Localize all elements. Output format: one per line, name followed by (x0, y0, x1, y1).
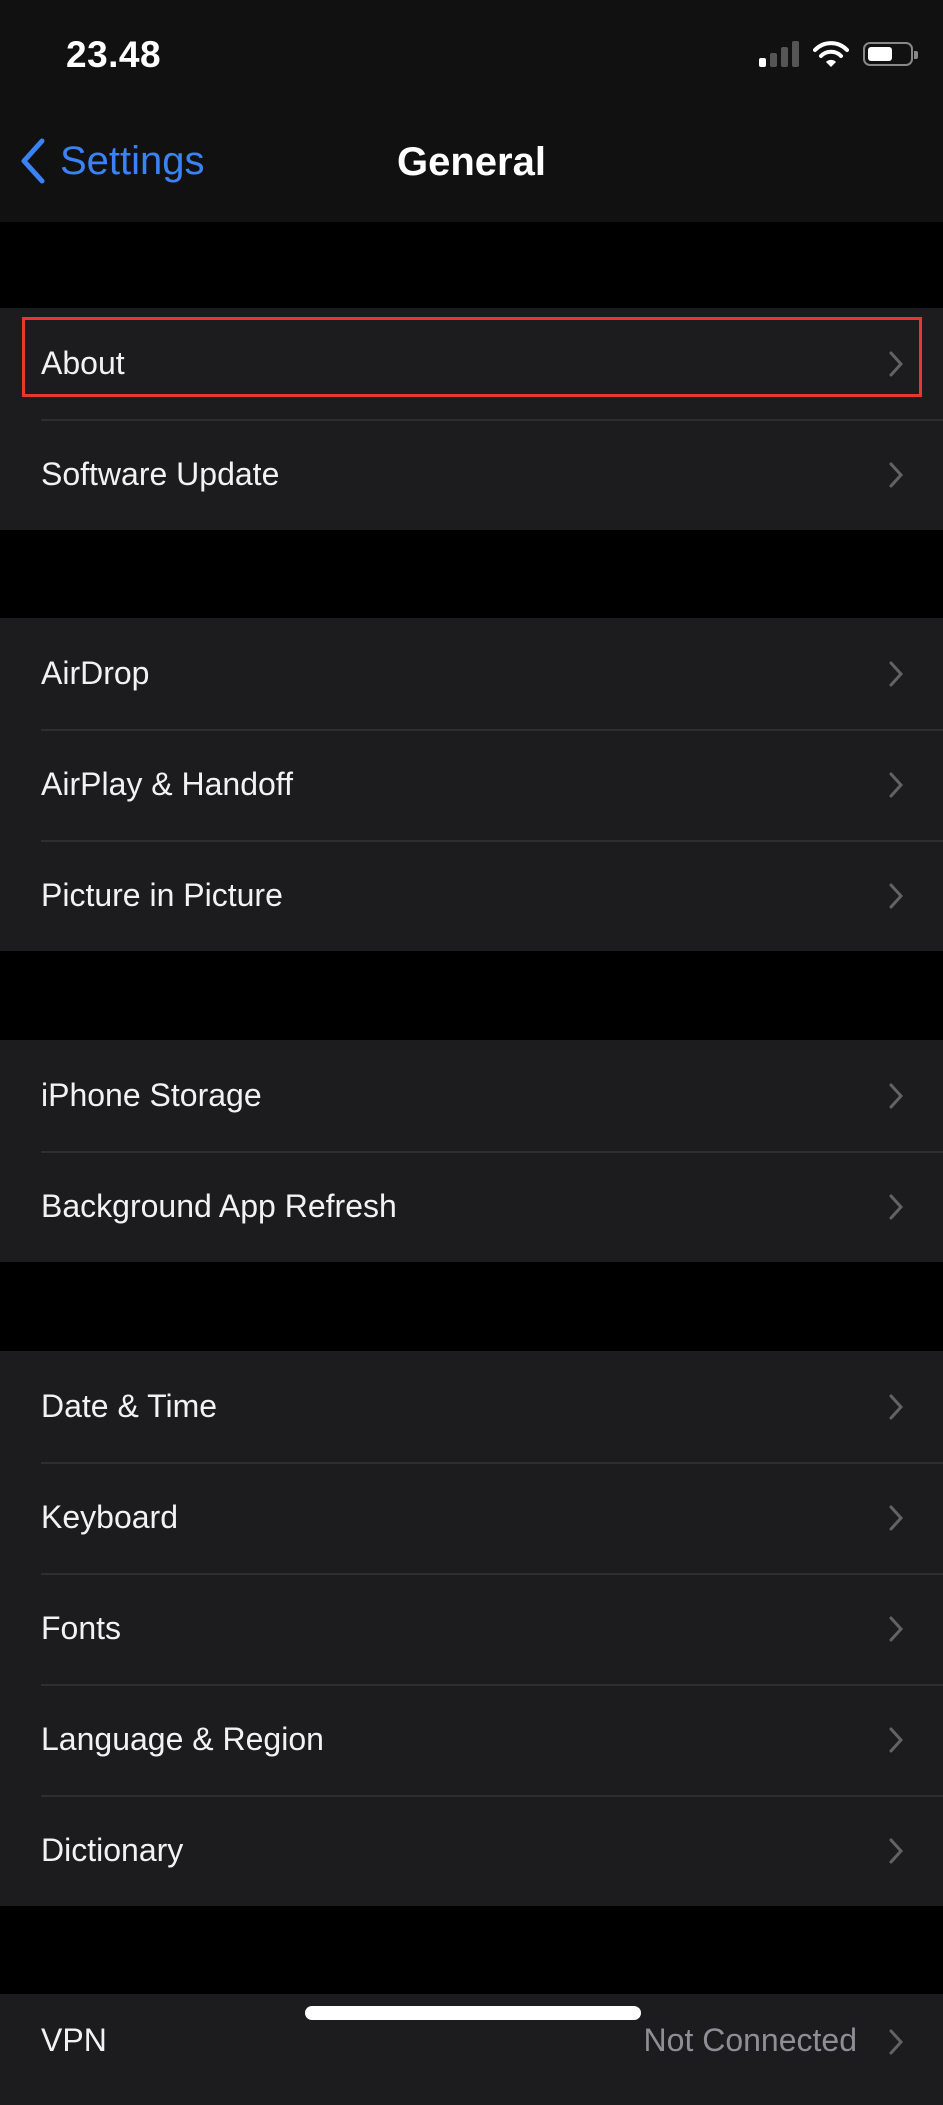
row-label: VPN (41, 2022, 107, 2058)
row-about[interactable]: About (0, 308, 943, 419)
row-label: Software Update (41, 456, 280, 492)
top-bar: 23.48 Settings General (0, 0, 943, 222)
row-label: Picture in Picture (41, 877, 283, 913)
settings-group-3: iPhone Storage Background App Refresh (0, 1040, 943, 1262)
row-software-update[interactable]: Software Update (0, 419, 943, 530)
row-picture-in-picture[interactable]: Picture in Picture (0, 840, 943, 951)
row-dictionary[interactable]: Dictionary (0, 1795, 943, 1906)
row-keyboard[interactable]: Keyboard (0, 1462, 943, 1573)
chevron-right-icon (889, 1083, 903, 1108)
settings-group-1: About Software Update (0, 308, 943, 530)
chevron-right-icon (889, 351, 903, 376)
chevron-right-icon (889, 1505, 903, 1530)
row-airdrop[interactable]: AirDrop (0, 618, 943, 729)
status-icons (759, 40, 918, 68)
row-label: iPhone Storage (41, 1077, 262, 1113)
chevron-right-icon (889, 1394, 903, 1419)
chevron-right-icon (889, 462, 903, 487)
row-label: Fonts (41, 1610, 122, 1646)
row-label: Language & Region (41, 1721, 324, 1757)
settings-group-2: AirDrop AirPlay & Handoff Picture in Pic… (0, 618, 943, 951)
chevron-right-icon (889, 772, 903, 797)
chevron-right-icon (889, 661, 903, 686)
cellular-signal-icon (759, 41, 799, 67)
chevron-right-icon (889, 2029, 903, 2055)
wifi-icon (813, 41, 849, 67)
row-label: AirDrop (41, 655, 150, 691)
row-date-time[interactable]: Date & Time (0, 1351, 943, 1462)
row-label: Keyboard (41, 1499, 178, 1535)
row-fonts[interactable]: Fonts (0, 1573, 943, 1684)
status-time: 23.48 (66, 34, 162, 75)
row-background-app-refresh[interactable]: Background App Refresh (0, 1151, 943, 1262)
vpn-status: Not Connected (643, 2022, 857, 2058)
chevron-right-icon (889, 1616, 903, 1641)
row-iphone-storage[interactable]: iPhone Storage (0, 1040, 943, 1151)
row-airplay-handoff[interactable]: AirPlay & Handoff (0, 729, 943, 840)
row-label: Background App Refresh (41, 1188, 397, 1224)
chevron-right-icon (889, 1194, 903, 1219)
row-label: Date & Time (41, 1388, 218, 1424)
chevron-right-icon (889, 883, 903, 908)
home-indicator[interactable] (305, 2006, 641, 2020)
page-title: General (397, 140, 546, 184)
row-language-region[interactable]: Language & Region (0, 1684, 943, 1795)
chevron-right-icon (889, 1727, 903, 1752)
battery-icon (863, 42, 918, 66)
settings-group-4: Date & Time Keyboard Fonts Language & Re… (0, 1351, 943, 1906)
chevron-right-icon (889, 1838, 903, 1863)
row-label: About (41, 345, 125, 381)
row-label: Dictionary (41, 1832, 184, 1868)
row-label: AirPlay & Handoff (41, 766, 293, 802)
